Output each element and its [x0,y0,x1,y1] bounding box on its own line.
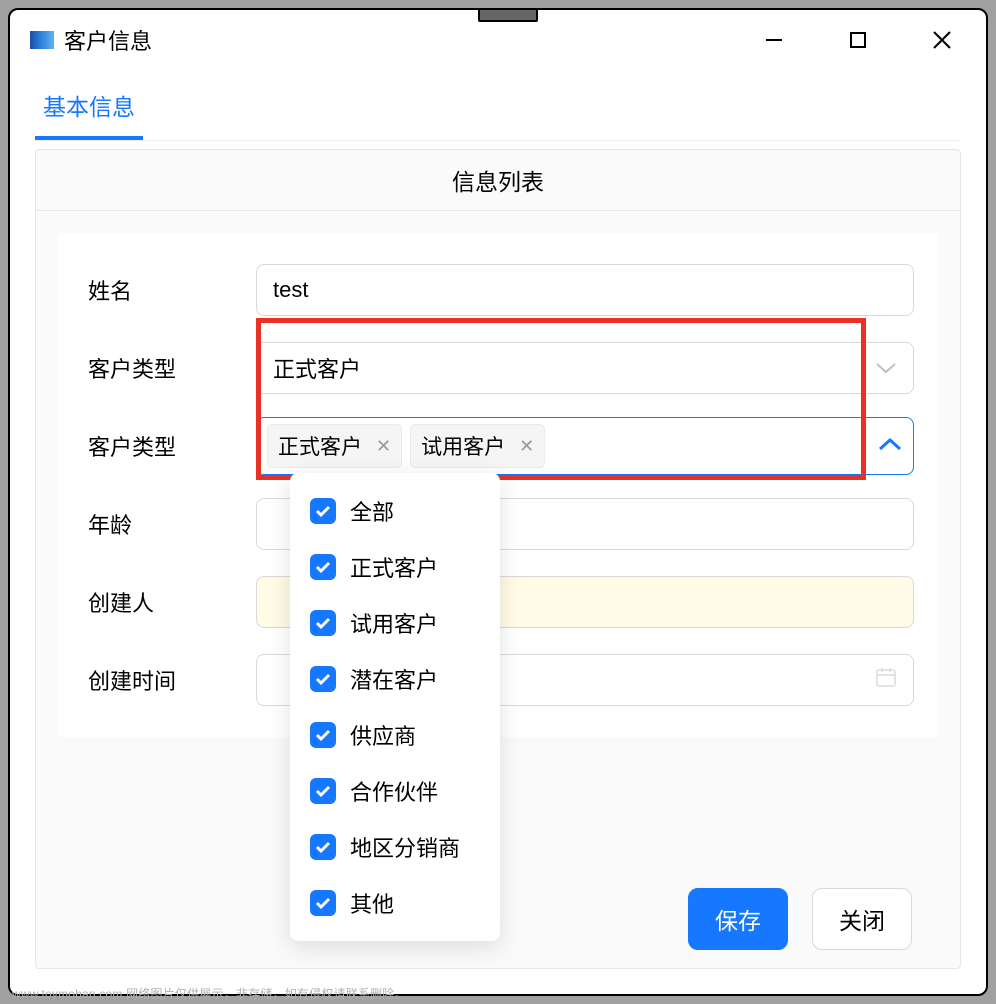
tag-label: 试用客户 [421,431,505,461]
panel: 信息列表 姓名 客户类型 正式客户 [35,149,961,969]
checkbox-checked-icon [310,722,336,748]
calendar-icon [875,666,897,694]
option-label: 地区分销商 [350,831,460,863]
option-label: 正式客户 [350,551,438,583]
panel-header: 信息列表 [36,150,960,211]
tabs: 基本信息 [35,70,961,141]
app-icon [30,31,54,49]
dialog-window: 客户信息 基本信息 信息列表 姓名 [8,8,988,996]
label-age: 年龄 [66,508,256,540]
option-potential[interactable]: 潜在客户 [290,651,500,707]
option-partner[interactable]: 合作伙伴 [290,763,500,819]
close-button[interactable] [928,26,956,54]
option-formal[interactable]: 正式客户 [290,539,500,595]
tag-item: 试用客户 ✕ [410,424,545,468]
row-name: 姓名 [66,251,914,329]
option-all[interactable]: 全部 [290,483,500,539]
label-customer-type-2: 客户类型 [66,430,256,462]
checkbox-checked-icon [310,834,336,860]
watermark-text: www.toymoban.com 网络图片仅供展示，非存储，如有侵权请联系删除。 [12,985,407,1002]
tag-label: 正式客户 [278,431,362,461]
option-label: 潜在客户 [350,663,438,695]
checkbox-checked-icon [310,890,336,916]
content-area: 基本信息 信息列表 姓名 客户类型 正式客户 [10,70,986,994]
checkbox-checked-icon [310,666,336,692]
save-button[interactable]: 保存 [688,888,788,950]
customer-type-select[interactable]: 正式客户 [256,342,914,394]
close-dialog-button[interactable]: 关闭 [812,888,912,950]
label-created-at: 创建时间 [66,664,256,696]
chevron-up-icon [877,433,903,459]
tag-remove-icon[interactable]: ✕ [376,436,391,457]
option-other[interactable]: 其他 [290,875,500,931]
chevron-down-icon [875,361,897,375]
option-trial[interactable]: 试用客户 [290,595,500,651]
customer-type-value: 正式客户 [273,352,361,384]
form: 姓名 客户类型 正式客户 [58,233,938,737]
window-handle[interactable] [478,8,538,22]
tag-item: 正式客户 ✕ [267,424,402,468]
window-title: 客户信息 [64,24,760,56]
tag-remove-icon[interactable]: ✕ [519,436,534,457]
label-customer-type-1: 客户类型 [66,352,256,384]
option-label: 其他 [350,887,394,919]
name-input[interactable] [273,277,897,303]
footer-actions: 保存 关闭 [688,888,912,950]
option-label: 全部 [350,495,394,527]
row-customer-type-single: 客户类型 正式客户 [66,329,914,407]
option-reseller[interactable]: 地区分销商 [290,819,500,875]
checkbox-checked-icon [310,554,336,580]
checkbox-checked-icon [310,610,336,636]
checkbox-checked-icon [310,778,336,804]
option-supplier[interactable]: 供应商 [290,707,500,763]
option-label: 试用客户 [350,607,438,639]
dropdown-panel: 全部 正式客户 试用客户 潜在客户 [290,473,500,941]
customer-type-multiselect[interactable]: 正式客户 ✕ 试用客户 ✕ [256,417,914,475]
label-name: 姓名 [66,274,256,306]
option-label: 合作伙伴 [350,775,438,807]
label-creator: 创建人 [66,586,256,618]
minimize-button[interactable] [760,26,788,54]
tab-basic-info[interactable]: 基本信息 [35,70,143,140]
checkbox-checked-icon [310,498,336,524]
option-label: 供应商 [350,719,416,751]
window-controls [760,26,956,54]
name-input-wrapper[interactable] [256,264,914,316]
maximize-button[interactable] [844,26,872,54]
